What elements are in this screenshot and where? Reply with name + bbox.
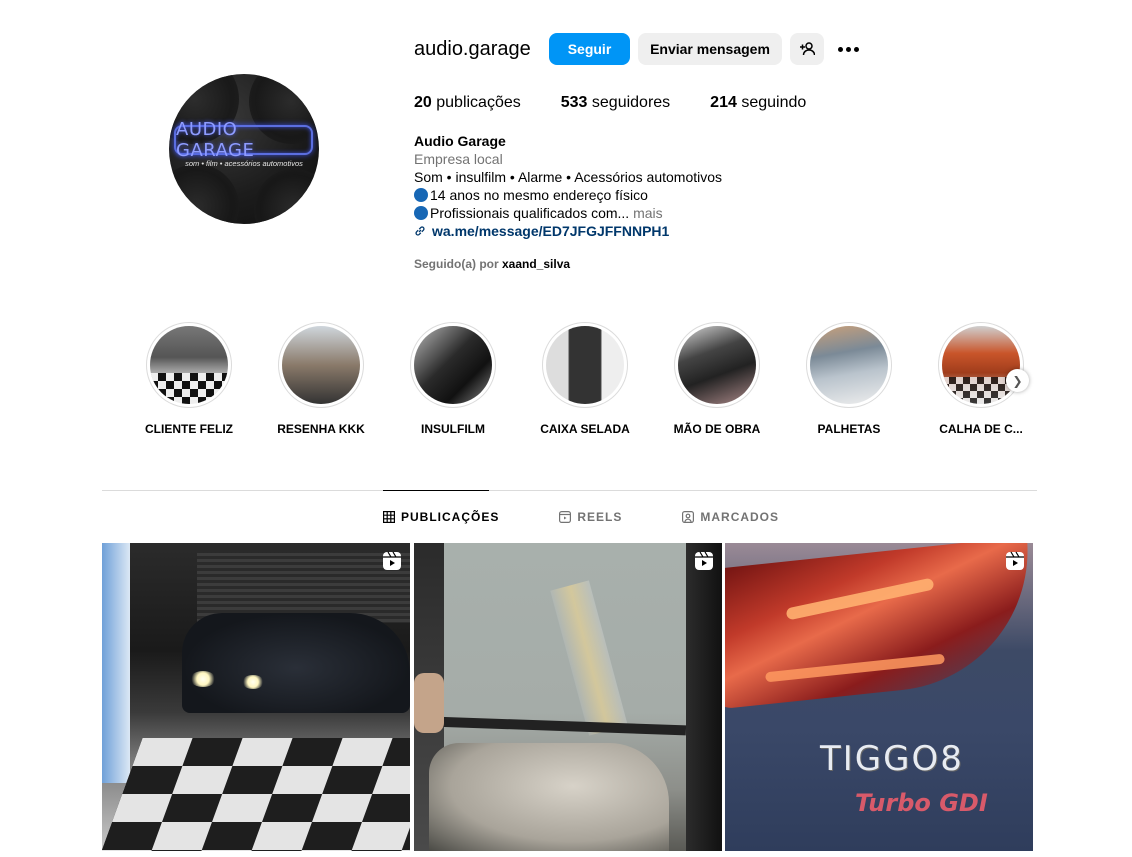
followers-count[interactable]: 533 seguidores bbox=[561, 94, 670, 112]
bio-more-link[interactable]: mais bbox=[629, 205, 663, 221]
post-thumbnail[interactable]: TIGGO8 Turbo GDI bbox=[725, 543, 1033, 851]
profile-username: audio.garage bbox=[414, 38, 531, 60]
grid-icon bbox=[383, 511, 395, 523]
posts-count[interactable]: 20 publicações bbox=[414, 94, 521, 112]
post-car-badge: TIGGO8 bbox=[820, 739, 964, 779]
highlight-thumbnail bbox=[546, 326, 624, 404]
profile-tabs: PUBLICAÇÕES REELS MARCADOS bbox=[383, 510, 839, 524]
avatar-tagline: som • film • acessórios automotivos bbox=[185, 159, 303, 168]
post-thumbnail[interactable] bbox=[102, 543, 410, 851]
send-message-button[interactable]: Enviar mensagem bbox=[638, 33, 782, 65]
bio-line: Profissionais qualificados com... mais bbox=[414, 204, 834, 222]
more-options-button[interactable] bbox=[832, 33, 864, 65]
followed-by[interactable]: Seguido(a) por xaand_silva bbox=[414, 257, 570, 271]
tagged-icon bbox=[682, 511, 695, 523]
highlight-thumbnail bbox=[810, 326, 888, 404]
bio-category: Empresa local bbox=[414, 151, 503, 167]
story-highlights: CLIENTE FELIZ RESENHA KKK INSULFILM CAIX… bbox=[141, 322, 1041, 442]
highlight-item[interactable]: CLIENTE FELIZ bbox=[141, 322, 237, 436]
highlight-item[interactable]: INSULFILM bbox=[405, 322, 501, 436]
highlight-item[interactable]: RESENHA KKK bbox=[273, 322, 369, 436]
tab-posts[interactable]: PUBLICAÇÕES bbox=[383, 510, 499, 524]
link-icon bbox=[415, 226, 425, 236]
highlight-thumbnail bbox=[414, 326, 492, 404]
blue-circle-icon bbox=[414, 188, 428, 202]
reel-icon bbox=[695, 551, 713, 570]
profile-bio: Audio Garage Empresa local Som • insulfi… bbox=[414, 132, 834, 240]
highlight-thumbnail bbox=[678, 326, 756, 404]
avatar-logo: AUDIO GARAGE bbox=[174, 119, 313, 161]
highlight-item[interactable]: MÃO DE OBRA bbox=[669, 322, 765, 436]
highlight-thumbnail bbox=[150, 326, 228, 404]
more-options-icon bbox=[837, 46, 859, 52]
active-tab-indicator bbox=[383, 490, 489, 491]
highlight-thumbnail bbox=[942, 326, 1020, 404]
tab-tagged[interactable]: MARCADOS bbox=[682, 510, 779, 524]
highlight-thumbnail bbox=[282, 326, 360, 404]
post-thumbnail[interactable] bbox=[414, 543, 722, 851]
highlights-next-button[interactable]: ❯ bbox=[1006, 369, 1029, 392]
bio-line: 14 anos no mesmo endereço físico bbox=[414, 186, 834, 204]
chevron-right-icon: ❯ bbox=[1012, 373, 1023, 388]
post-car-subbadge: Turbo GDI bbox=[855, 789, 988, 817]
add-user-icon bbox=[800, 42, 815, 56]
profile-stats: 20 publicações 533 seguidores 214 seguin… bbox=[414, 94, 846, 112]
reel-icon bbox=[1006, 551, 1024, 570]
following-count[interactable]: 214 seguindo bbox=[710, 94, 806, 112]
bio-line: Som • insulfilm • Alarme • Acessórios au… bbox=[414, 169, 723, 185]
reel-icon bbox=[383, 551, 401, 570]
bio-external-link[interactable]: wa.me/message/ED7JFGJFFNNPH1 bbox=[414, 222, 834, 240]
bio-name: Audio Garage bbox=[414, 133, 506, 149]
highlight-item[interactable]: CAIXA SELADA bbox=[537, 322, 633, 436]
follow-button[interactable]: Seguir bbox=[549, 33, 630, 65]
blue-circle-icon bbox=[414, 206, 428, 220]
highlight-item[interactable]: PALHETAS bbox=[801, 322, 897, 436]
tabs-divider bbox=[102, 490, 1037, 491]
suggest-users-button[interactable] bbox=[790, 33, 824, 65]
profile-avatar[interactable]: AUDIO GARAGE som • film • acessórios aut… bbox=[169, 74, 319, 224]
tab-reels[interactable]: REELS bbox=[559, 510, 622, 524]
reels-icon bbox=[559, 511, 572, 523]
